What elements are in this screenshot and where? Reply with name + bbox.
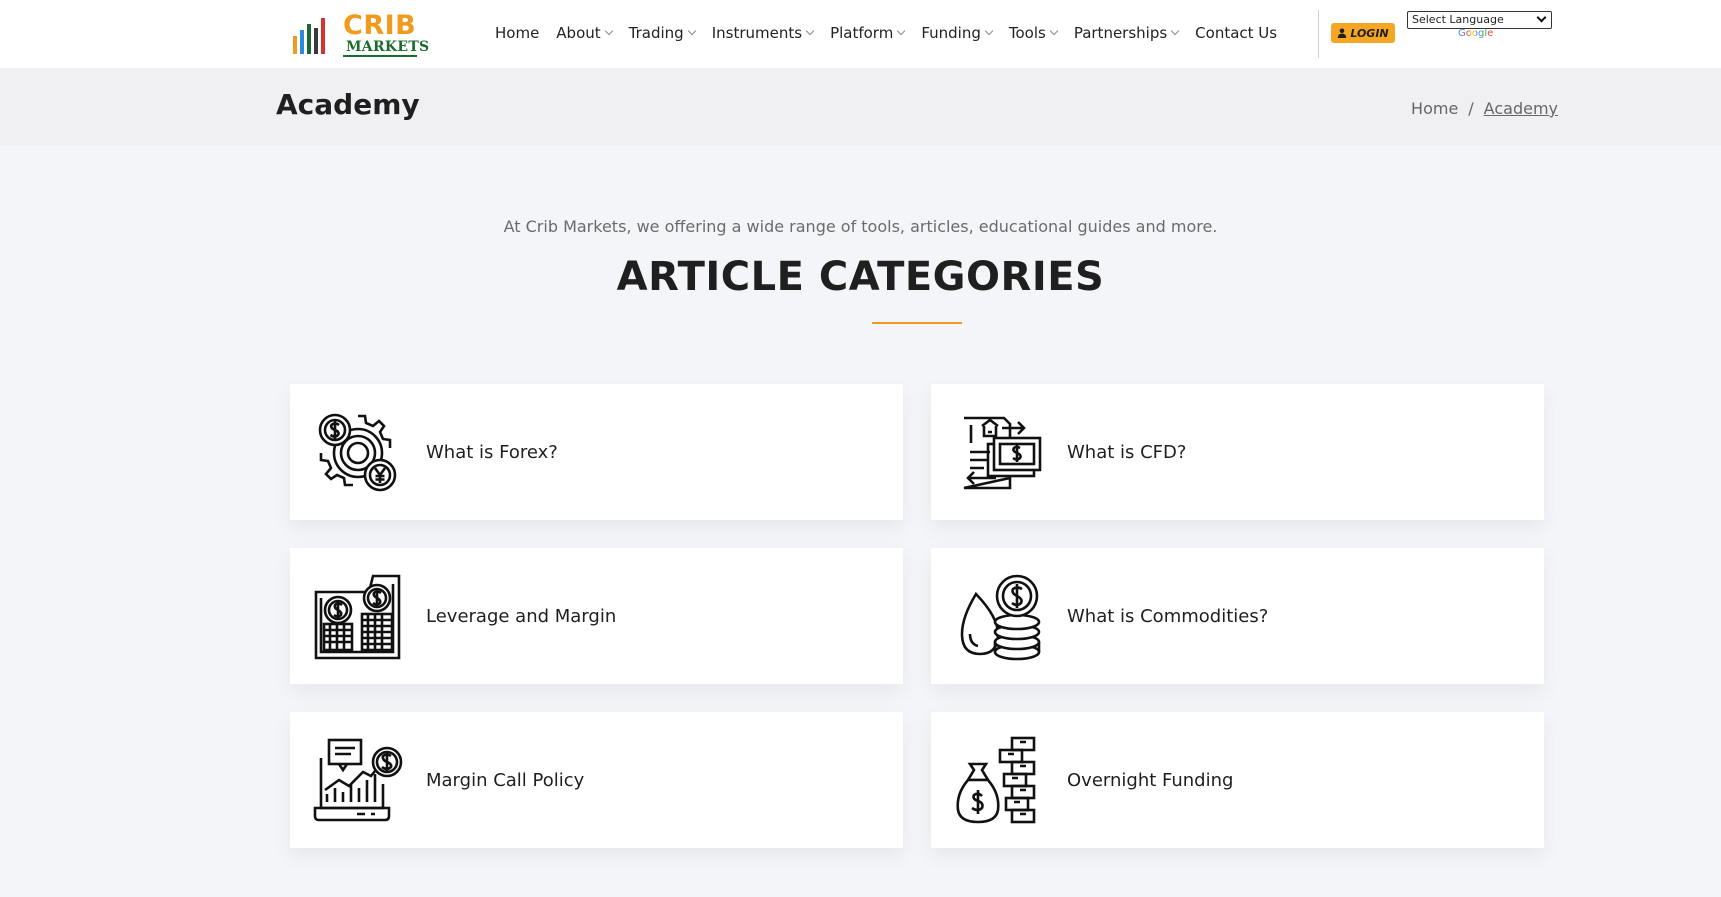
nav-instruments-label: Instruments bbox=[711, 24, 803, 42]
login-label: LOGIN bbox=[1350, 26, 1389, 40]
intro-text: At Crib Markets, we offering a wide rang… bbox=[503, 217, 1218, 236]
nav-about-label: About bbox=[556, 24, 601, 42]
nav-contact-label: Contact Us bbox=[1195, 24, 1278, 42]
page-title: Academy bbox=[276, 88, 420, 121]
language-select[interactable]: Select Language bbox=[1407, 11, 1552, 29]
margin-call-laptop-chart-icon bbox=[313, 738, 403, 822]
nav-about[interactable]: About bbox=[556, 24, 613, 42]
leverage-coin-stacks-icon bbox=[314, 574, 401, 660]
site-header: CRIB MARKETS Home About Trading Instrume… bbox=[0, 0, 1721, 68]
category-label: What is Commodities? bbox=[1067, 605, 1269, 627]
category-card-leverage[interactable]: Leverage and Margin bbox=[290, 548, 903, 684]
nav-platform-label: Platform bbox=[830, 24, 894, 42]
category-card-margin-call[interactable]: Margin Call Policy bbox=[290, 712, 903, 848]
category-label: What is CFD? bbox=[1067, 441, 1187, 463]
breadcrumb-home[interactable]: Home bbox=[1411, 99, 1458, 118]
nav-funding[interactable]: Funding bbox=[921, 24, 994, 42]
heading-underline bbox=[872, 322, 962, 324]
nav-partnerships-label: Partnerships bbox=[1073, 24, 1168, 42]
nav-platform[interactable]: Platform bbox=[830, 24, 906, 42]
breadcrumb-current[interactable]: Academy bbox=[1484, 99, 1558, 118]
language-select-value: Select Language bbox=[1412, 13, 1504, 26]
chevron-down-icon bbox=[1049, 26, 1059, 36]
chevron-down-icon bbox=[805, 26, 815, 36]
nav-home-label: Home bbox=[495, 24, 540, 42]
site-logo[interactable]: CRIB MARKETS bbox=[293, 10, 430, 57]
user-icon bbox=[1338, 28, 1347, 38]
category-card-overnight-funding[interactable]: Overnight Funding bbox=[931, 712, 1544, 848]
nav-contact-us[interactable]: Contact Us bbox=[1195, 24, 1277, 42]
logo-underline bbox=[343, 55, 417, 57]
overnight-money-bag-icon bbox=[956, 736, 1036, 824]
category-label: What is Forex? bbox=[426, 441, 558, 463]
category-label: Overnight Funding bbox=[1067, 769, 1234, 791]
category-card-forex[interactable]: What is Forex? bbox=[290, 384, 903, 520]
category-card-cfd[interactable]: What is CFD? bbox=[931, 384, 1544, 520]
nav-tools[interactable]: Tools bbox=[1008, 24, 1059, 42]
nav-partnerships[interactable]: Partnerships bbox=[1073, 24, 1180, 42]
chevron-down-icon bbox=[1536, 12, 1547, 23]
nav-instruments[interactable]: Instruments bbox=[711, 24, 815, 42]
breadcrumb: Home / Academy bbox=[1411, 99, 1558, 118]
nav-divider bbox=[1318, 10, 1319, 58]
nav-funding-label: Funding bbox=[921, 24, 981, 42]
nav-tools-label: Tools bbox=[1008, 24, 1046, 42]
google-label: Google bbox=[1458, 28, 1493, 39]
chevron-down-icon bbox=[1170, 26, 1180, 36]
chevron-down-icon bbox=[897, 26, 906, 36]
category-label: Leverage and Margin bbox=[426, 605, 617, 627]
logo-text-markets: MARKETS bbox=[346, 39, 430, 55]
login-button[interactable]: LOGIN bbox=[1331, 23, 1395, 43]
category-card-commodities[interactable]: What is Commodities? bbox=[931, 548, 1544, 684]
forex-gears-coins-icon bbox=[318, 413, 397, 492]
breadcrumb-separator: / bbox=[1468, 99, 1474, 118]
commodities-oil-drop-coins-icon bbox=[960, 574, 1041, 661]
nav-trading[interactable]: Trading bbox=[628, 24, 696, 42]
logo-bars-icon bbox=[293, 18, 325, 54]
logo-text-crib: CRIB bbox=[343, 10, 417, 41]
nav-home[interactable]: Home bbox=[495, 24, 539, 42]
nav-trading-label: Trading bbox=[628, 24, 684, 42]
main-nav: Home About Trading Instruments Platform … bbox=[495, 22, 1294, 44]
chevron-down-icon bbox=[604, 26, 613, 36]
cfd-document-exchange-icon bbox=[963, 416, 1042, 490]
chevron-down-icon bbox=[984, 26, 994, 36]
chevron-down-icon bbox=[687, 26, 696, 36]
section-heading: ARTICLE CATEGORIES bbox=[616, 254, 1105, 300]
google-wordmark: Google bbox=[1458, 28, 1494, 39]
category-label: Margin Call Policy bbox=[426, 769, 585, 791]
